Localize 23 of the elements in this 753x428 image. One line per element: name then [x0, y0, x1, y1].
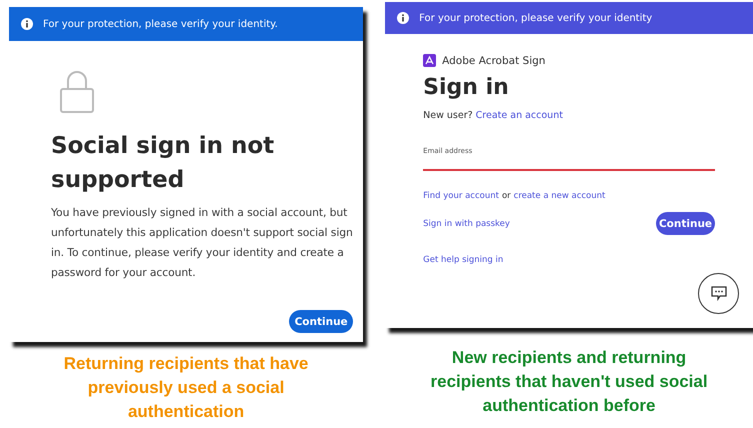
- banner-text: For your protection, please verify your identity.: [43, 18, 278, 30]
- dialog-title: Social sign in not supported: [51, 132, 276, 195]
- info-icon: [397, 12, 410, 24]
- new-user-text: New user?: [423, 110, 473, 121]
- dialog-message: You have previously signed in with a social account, but unfortunately this application doesn't support social sign in. To continue, please verify your identity and create a password for your account.: [51, 205, 354, 281]
- sign-in-title: Sign in: [423, 75, 510, 100]
- continue-button[interactable]: Continue: [289, 310, 354, 333]
- find-account-link[interactable]: Find your account: [423, 191, 499, 201]
- brand-name: Adobe Acrobat Sign: [442, 54, 546, 66]
- create-account-link[interactable]: Create an account: [476, 110, 563, 121]
- logo-icon: [423, 54, 436, 67]
- continue-button[interactable]: Continue: [656, 212, 715, 235]
- info-icon: [21, 18, 33, 30]
- passkey-link[interactable]: Sign in with passkey: [423, 218, 510, 228]
- banner-text: For your protection, please verify your identity: [419, 12, 652, 24]
- chat-button[interactable]: [698, 273, 739, 314]
- caption: Returning recipients that have previously used a social authentication: [62, 353, 310, 423]
- lock-icon: [60, 71, 94, 113]
- or-text: or: [502, 191, 511, 201]
- help-link[interactable]: Get help signing in: [423, 255, 504, 265]
- chat-icon: [710, 286, 726, 301]
- caption: New recipients and returning recipients that haven't used social authentication before: [430, 347, 709, 417]
- new-account-link[interactable]: create a new account: [514, 191, 606, 201]
